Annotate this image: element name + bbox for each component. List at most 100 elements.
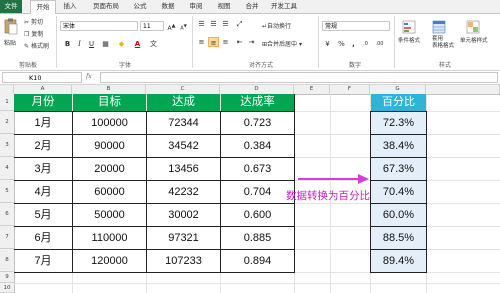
row-header-9[interactable]: 9 — [0, 272, 14, 283]
tab-page-layout[interactable]: 页面布局 — [88, 0, 124, 13]
table-cell[interactable]: 20000 — [73, 158, 146, 180]
percent-cell[interactable]: 72.3% — [371, 112, 426, 134]
decrease-decimal-button[interactable]: .00 — [374, 39, 385, 49]
tab-review[interactable]: 审阅 — [186, 0, 206, 13]
grow-font-button[interactable]: A▲ — [166, 21, 177, 32]
fx-button[interactable]: fx — [86, 73, 92, 80]
row-header-6[interactable]: 6 — [0, 203, 14, 226]
row-header-2[interactable]: 2 — [0, 111, 14, 134]
align-center-button[interactable]: ≡ — [208, 37, 219, 47]
table-cell[interactable]: 0.894 — [221, 250, 294, 272]
underline-button[interactable]: U — [86, 39, 97, 49]
align-top-button[interactable]: ☰ — [196, 19, 207, 29]
table-cell[interactable]: 110000 — [73, 227, 146, 249]
table-cell[interactable]: 120000 — [73, 250, 146, 272]
orientation-button[interactable]: ⤢ — [234, 19, 245, 29]
column-header-e[interactable]: E — [294, 85, 330, 94]
table-cell[interactable]: 4月 — [14, 181, 72, 203]
number-format-select[interactable]: 常规 — [322, 21, 390, 31]
table-cell[interactable]: 6月 — [14, 227, 72, 249]
table-cell[interactable]: 107233 — [147, 250, 220, 272]
header-percent[interactable]: 百分比 — [371, 94, 426, 111]
table-cell[interactable]: 42232 — [147, 181, 220, 203]
table-cell[interactable]: 34542 — [147, 135, 220, 157]
percent-cell[interactable]: 67.3% — [371, 158, 426, 180]
header-achieved[interactable]: 达成 — [147, 94, 220, 111]
tab-merge[interactable]: 合并 — [242, 0, 262, 13]
table-cell[interactable]: 5月 — [14, 204, 72, 226]
paste-icon[interactable] — [4, 18, 18, 35]
table-cell[interactable]: 0.704 — [221, 181, 294, 203]
phonetic-button[interactable]: 文 — [148, 39, 159, 49]
conditional-format-icon[interactable] — [402, 19, 416, 34]
header-month[interactable]: 月份 — [14, 94, 72, 111]
column-header-c[interactable]: C — [146, 85, 220, 94]
merge-center-button[interactable]: ⊞合并后居中 ▾ — [262, 39, 302, 48]
table-cell[interactable]: 97321 — [147, 227, 220, 249]
tab-home[interactable]: 开始 — [30, 0, 56, 14]
italic-button[interactable]: I — [74, 39, 85, 49]
increase-decimal-button[interactable]: .0 — [360, 39, 371, 49]
row-header-10[interactable]: 10 — [0, 283, 14, 293]
percent-button[interactable]: % — [336, 39, 347, 49]
font-name-select[interactable]: 宋体 — [60, 21, 138, 31]
table-cell[interactable]: 60000 — [73, 181, 146, 203]
tab-view[interactable]: 视图 — [214, 0, 234, 13]
align-bottom-button[interactable]: ☰ — [220, 19, 231, 29]
tab-insert[interactable]: 插入 — [60, 0, 80, 13]
row-header-3[interactable]: 3 — [0, 134, 14, 157]
fill-color-button[interactable]: ◆ — [116, 39, 127, 49]
font-color-button[interactable]: A — [132, 39, 143, 49]
borders-button[interactable]: ▦ — [100, 39, 111, 49]
tab-data[interactable]: 数据 — [158, 0, 178, 13]
row-header-1[interactable]: 1 — [0, 94, 14, 111]
row-header-4[interactable]: 4 — [0, 157, 14, 180]
column-header-a[interactable]: A — [14, 85, 72, 94]
align-left-button[interactable]: ≡ — [196, 37, 207, 47]
name-box[interactable]: K10 — [2, 72, 82, 83]
percent-cell[interactable]: 89.4% — [371, 250, 426, 272]
format-painter-button[interactable]: ✎ 格式刷 — [24, 41, 49, 50]
tab-formulas[interactable]: 公式 — [130, 0, 150, 13]
row-header-5[interactable]: 5 — [0, 180, 14, 203]
tab-file[interactable]: 文件 — [0, 0, 22, 13]
table-cell[interactable]: 13456 — [147, 158, 220, 180]
currency-button[interactable]: ¥ — [322, 39, 333, 49]
table-cell[interactable]: 50000 — [73, 204, 146, 226]
table-cell[interactable]: 0.673 — [221, 158, 294, 180]
bold-button[interactable]: B — [62, 39, 73, 49]
column-header-g[interactable]: G — [370, 85, 426, 94]
shrink-font-button[interactable]: A▼ — [178, 21, 189, 32]
percent-cell[interactable]: 38.4% — [371, 135, 426, 157]
align-right-button[interactable]: ≡ — [220, 37, 231, 47]
column-header-b[interactable]: B — [72, 85, 146, 94]
comma-button[interactable]: , — [348, 39, 359, 49]
copy-button[interactable]: ❐ 复制 — [24, 29, 43, 38]
format-as-table-label[interactable]: 套用 表格格式 — [432, 36, 454, 50]
table-cell[interactable]: 72344 — [147, 112, 220, 134]
header-rate[interactable]: 达成率 — [221, 94, 294, 111]
cut-button[interactable]: ✂ 剪切 — [24, 17, 43, 26]
table-cell[interactable]: 3月 — [14, 158, 72, 180]
font-size-select[interactable]: 11 — [140, 21, 164, 31]
row-header-7[interactable]: 7 — [0, 226, 14, 249]
table-cell[interactable]: 0.885 — [221, 227, 294, 249]
header-target[interactable]: 目标 — [73, 94, 146, 111]
paste-label[interactable]: 粘贴 — [4, 38, 16, 47]
select-all-corner[interactable] — [0, 85, 14, 94]
cell-styles-icon[interactable] — [466, 19, 480, 34]
formula-input[interactable] — [100, 72, 498, 83]
table-cell[interactable]: 0.723 — [221, 112, 294, 134]
tab-developer[interactable]: 开发工具 — [268, 0, 300, 13]
format-as-table-icon[interactable] — [432, 19, 446, 34]
conditional-format-label[interactable]: 条件格式 — [398, 36, 420, 44]
table-cell[interactable]: 1月 — [14, 112, 72, 134]
table-cell[interactable]: 0.384 — [221, 135, 294, 157]
table-cell[interactable]: 7月 — [14, 250, 72, 272]
decrease-indent-button[interactable]: ⇤ — [234, 37, 245, 47]
row-header-8[interactable]: 8 — [0, 249, 14, 272]
table-cell[interactable]: 2月 — [14, 135, 72, 157]
table-cell[interactable]: 90000 — [73, 135, 146, 157]
percent-cell[interactable]: 60.0% — [371, 204, 426, 226]
percent-cell[interactable]: 88.5% — [371, 227, 426, 249]
